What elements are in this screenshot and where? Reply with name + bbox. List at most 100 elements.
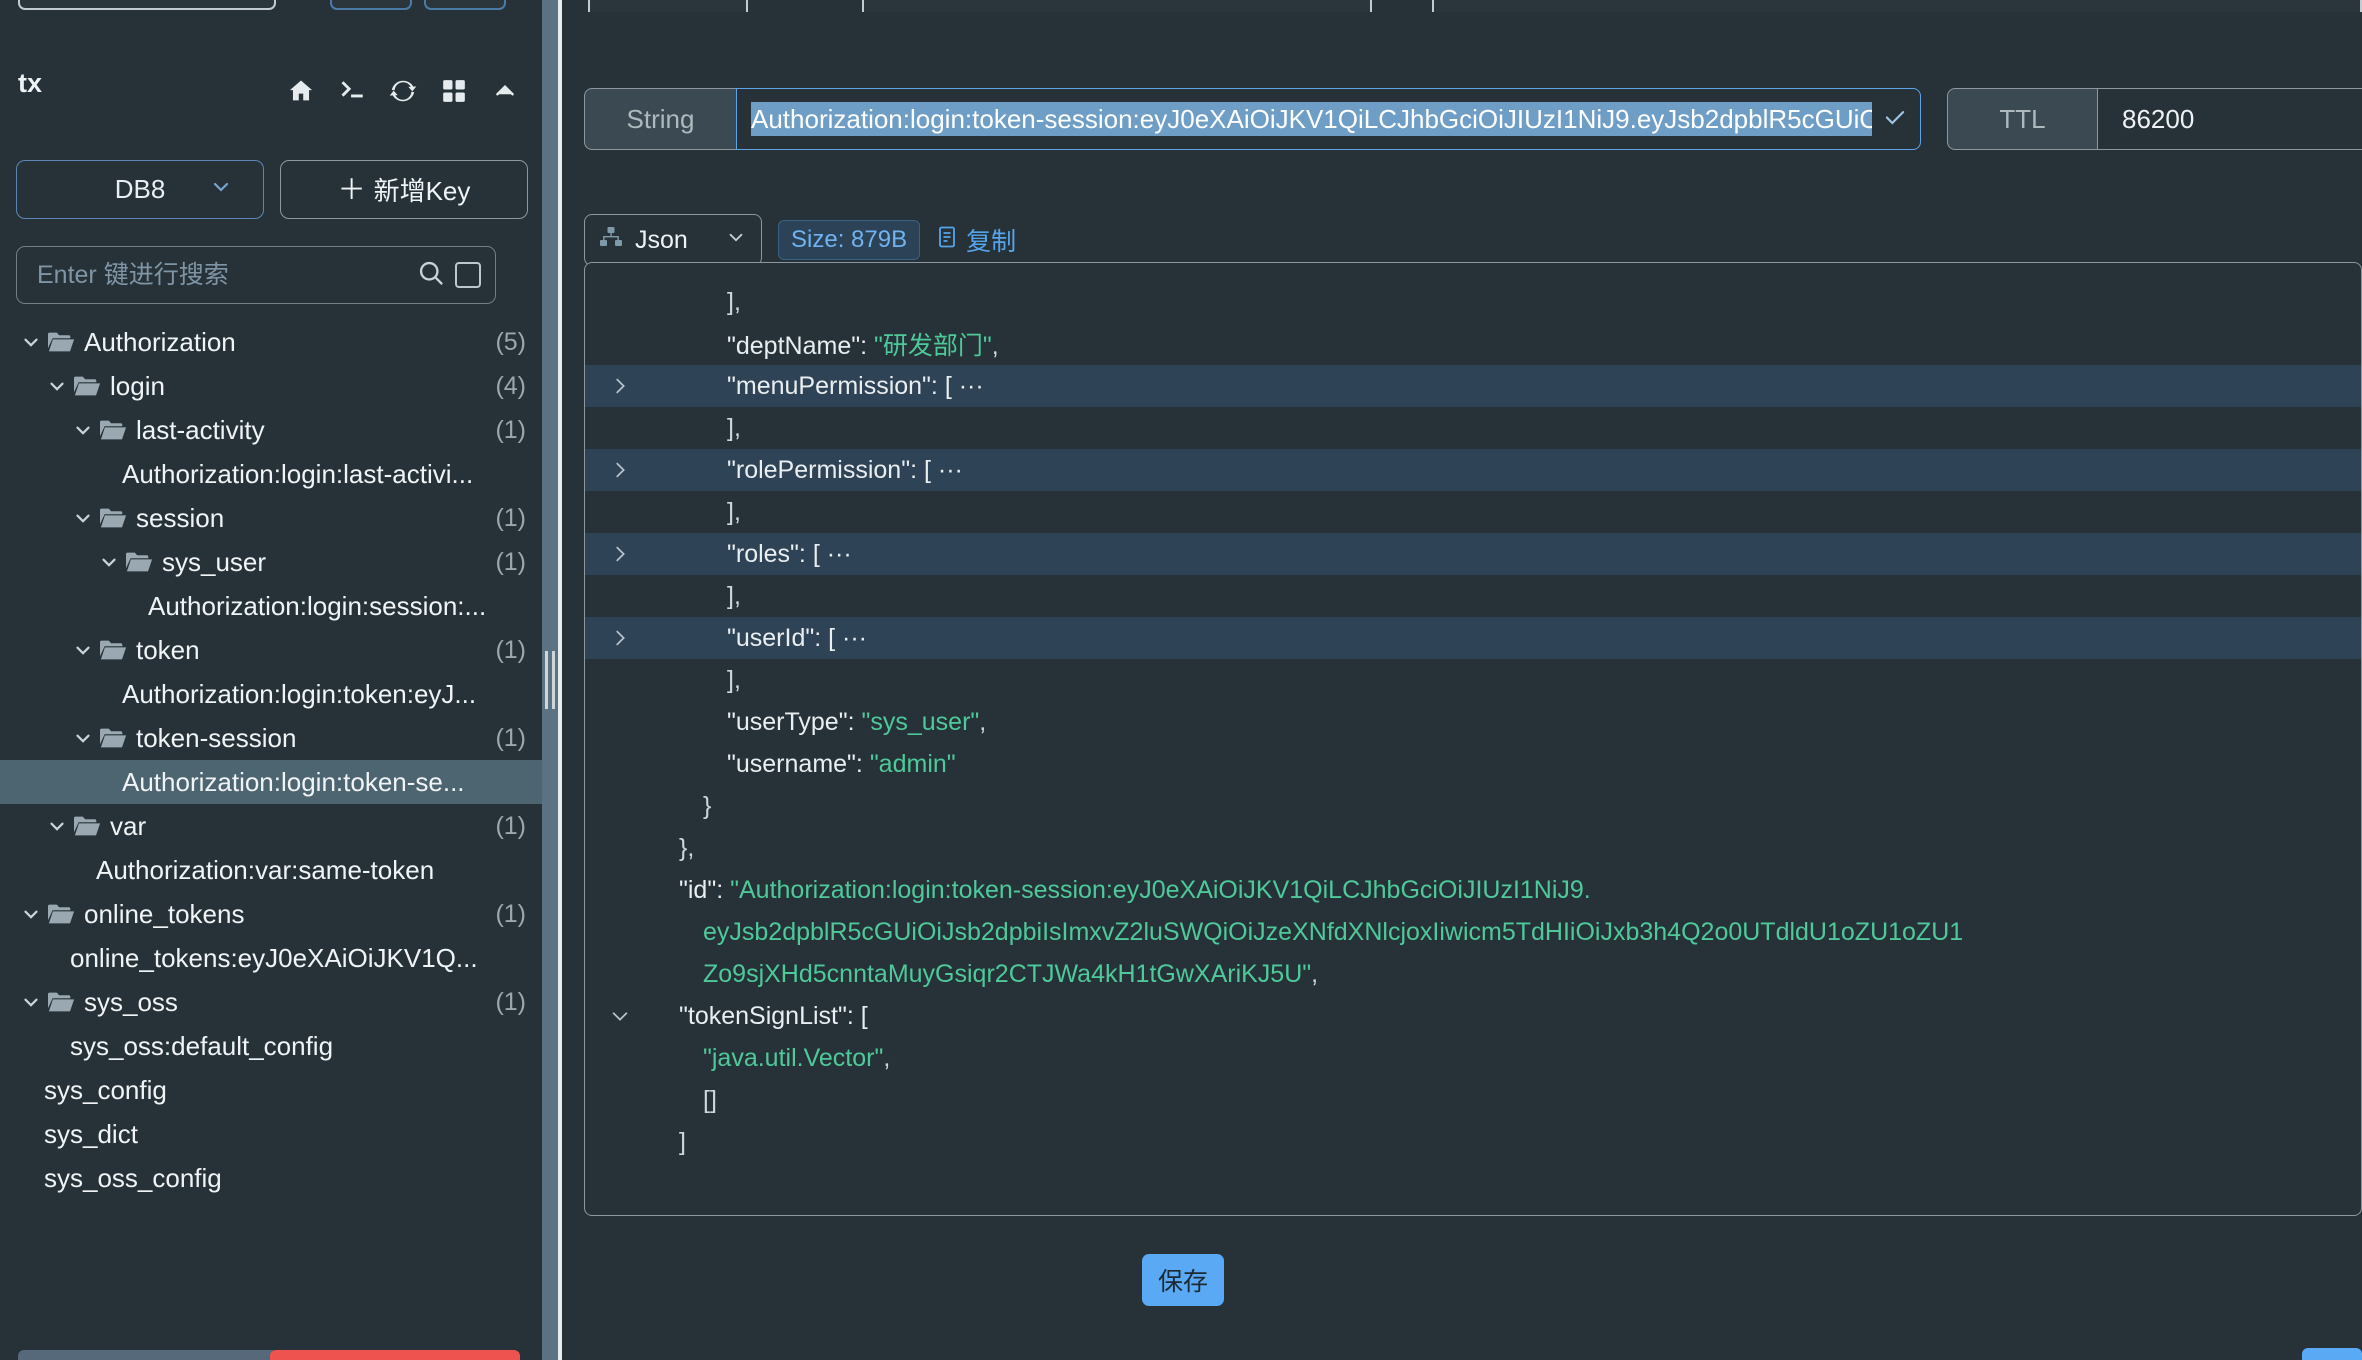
terminal-icon[interactable] (337, 76, 367, 106)
connection-title: tx (18, 68, 43, 98)
json-token: ], (727, 287, 741, 316)
tree-item-count: (1) (495, 723, 526, 752)
top-stub-search (18, 0, 276, 10)
sidebar-actions-row: DB8 ＋ 新增Key (16, 160, 528, 219)
tree-item-label: Authorization:login:token-se... (122, 766, 465, 797)
tree-folder[interactable]: last-activity (1) (0, 408, 542, 452)
ttl-input[interactable]: 86200 (2097, 88, 2362, 150)
tree-folder[interactable]: sys_user (1) (0, 540, 542, 584)
chevron-right-icon[interactable] (609, 449, 635, 491)
json-token: "userId": [ ··· (727, 623, 867, 652)
json-line: ], (585, 575, 2361, 617)
json-line: Zo9sjXHd5cnntaMuyGsiqr2CTJWa4kH1tGwXAriK… (585, 953, 2361, 995)
home-icon[interactable] (286, 76, 316, 106)
tree-folder[interactable]: Authorization (5) (0, 320, 542, 364)
tree-key-item[interactable]: Authorization:login:last-activi... (0, 452, 542, 496)
chevron-down-icon[interactable] (70, 639, 96, 661)
json-line-text: ], (727, 414, 741, 443)
tree-folder[interactable]: token-session (1) (0, 716, 542, 760)
key-search-box[interactable] (16, 246, 496, 304)
chevron-down-icon[interactable] (18, 903, 44, 925)
tree-item-label: sys_dict (44, 1118, 138, 1149)
add-key-button[interactable]: ＋ 新增Key (280, 160, 528, 219)
chevron-down-icon[interactable] (70, 507, 96, 529)
tab-stub-2 (862, 0, 1372, 12)
chevron-down-icon[interactable] (44, 375, 70, 397)
tree-item-count: (1) (495, 415, 526, 444)
key-tree: Authorization (5) login (4) last-activity (1)… (0, 320, 542, 1200)
tree-folder[interactable]: token (1) (0, 628, 542, 672)
check-icon[interactable] (1882, 104, 1908, 135)
folder-icon (44, 903, 78, 925)
tree-item-count: (5) (495, 327, 526, 356)
chevron-down-icon[interactable] (70, 727, 96, 749)
tree-item-label: sys_oss_config (44, 1162, 222, 1193)
copy-button[interactable]: 复制 (936, 222, 1016, 258)
json-line-text: ], (727, 666, 741, 695)
folder-icon (70, 815, 104, 837)
redis-client-window: tx DB8 ＋ 新增Key Enter 键进行搜索 Authorization… (0, 0, 2362, 1360)
json-line: ], (585, 491, 2361, 533)
tree-key-item[interactable]: sys_oss:default_config (0, 1024, 542, 1068)
save-button[interactable]: 保存 (1142, 1254, 1224, 1306)
chevron-down-icon[interactable] (609, 995, 635, 1037)
chevron-down-icon[interactable] (18, 991, 44, 1013)
tree-folder[interactable]: sys_oss (1) (0, 980, 542, 1024)
refresh-icon[interactable] (388, 76, 418, 106)
json-line-text: "username": "admin" (727, 750, 956, 779)
json-line: ], (585, 281, 2361, 323)
tree-key-item[interactable]: Authorization:login:session:... (0, 584, 542, 628)
json-line: "deptName": "研发部门", (585, 323, 2361, 365)
chevron-right-icon[interactable] (609, 533, 635, 575)
add-key-label: 新增Key (373, 176, 471, 206)
chevron-right-icon[interactable] (609, 617, 635, 659)
splitter-grip[interactable] (545, 651, 555, 709)
json-token: "userType": (727, 707, 862, 736)
tree-folder[interactable]: online_tokens (1) (0, 892, 542, 936)
chevron-down-icon[interactable] (18, 331, 44, 353)
chevron-down-icon[interactable] (44, 815, 70, 837)
tree-folder[interactable]: login (4) (0, 364, 542, 408)
tree-folder[interactable]: var (1) (0, 804, 542, 848)
db-select[interactable]: DB8 (16, 160, 264, 219)
tree-key-item[interactable]: sys_oss_config (0, 1156, 542, 1200)
tree-folder[interactable]: session (1) (0, 496, 542, 540)
json-line-text: ] (679, 1128, 686, 1157)
json-line: }, (585, 827, 2361, 869)
chevron-down-icon[interactable] (70, 419, 96, 441)
grid-icon[interactable] (439, 76, 469, 106)
chevron-up-icon[interactable] (490, 76, 520, 106)
json-line: "rolePermission": [ ··· (585, 449, 2361, 491)
key-type-label: String (584, 88, 736, 150)
bottom-stub-right (270, 1350, 520, 1360)
value-view-toolbar: Json Size: 879B 复制 (584, 214, 1016, 266)
json-token: "Authorization:login:token-session:eyJ0e… (730, 875, 1591, 904)
json-token: "sys_user" (861, 707, 980, 736)
format-select[interactable]: Json (584, 214, 762, 266)
tree-key-item[interactable]: Authorization:login:token-se... (0, 760, 542, 804)
json-line-text: eyJsb2dpblR5cGUiOiJsb2dpbiIsImxvZ2luSWQi… (703, 918, 1963, 947)
json-line-text: }, (679, 834, 694, 863)
tree-key-item[interactable]: sys_config (0, 1068, 542, 1112)
json-token: , (1311, 959, 1319, 988)
json-token: "admin" (869, 749, 956, 778)
tree-key-item[interactable]: sys_dict (0, 1112, 542, 1156)
db-select-value: DB8 (114, 174, 166, 204)
tree-key-item[interactable]: Authorization:login:token:eyJ... (0, 672, 542, 716)
search-scope-checkbox[interactable] (455, 262, 481, 288)
tab-stub-3 (1432, 0, 2362, 12)
tree-item-count: (1) (495, 503, 526, 532)
search-icon[interactable] (417, 259, 445, 292)
key-browser-sidebar: tx DB8 ＋ 新增Key Enter 键进行搜索 Authorization… (0, 14, 542, 1360)
json-line-text: "java.util.Vector", (703, 1044, 890, 1073)
json-value-viewer[interactable]: ], "deptName": "研发部门", "menuPermission": [… (584, 262, 2362, 1216)
panel-splitter[interactable] (542, 0, 558, 1360)
key-name-input[interactable]: Authorization:login:token-session:eyJ0eX… (736, 88, 1921, 150)
ttl-label: TTL (1947, 88, 2097, 150)
chevron-right-icon[interactable] (609, 365, 635, 407)
chevron-down-icon[interactable] (96, 551, 122, 573)
tree-key-item[interactable]: Authorization:var:same-token (0, 848, 542, 892)
json-line: eyJsb2dpblR5cGUiOiJsb2dpbiIsImxvZ2luSWQi… (585, 911, 2361, 953)
search-input[interactable] (37, 260, 407, 290)
tree-key-item[interactable]: online_tokens:eyJ0eXAiOiJKV1Q... (0, 936, 542, 980)
